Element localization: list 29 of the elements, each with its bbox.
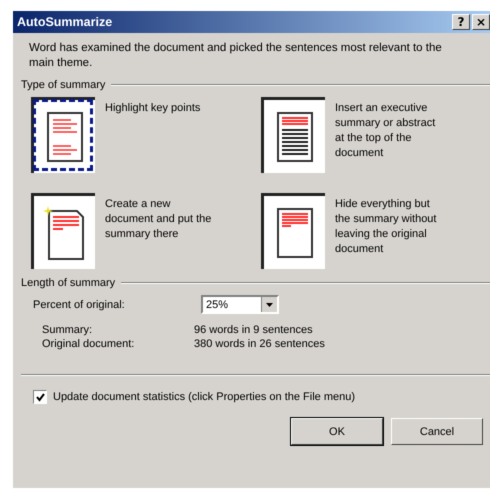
intro-text: Word has examined the document and picked the sentences most relevant to the main theme. xyxy=(29,41,443,71)
option-label: Hide everything but the summary without leaving the original document xyxy=(335,197,438,257)
option-label: Create a new document and put the summary there xyxy=(105,197,212,242)
window-title: AutoSummarize xyxy=(17,15,114,29)
cancel-button[interactable]: Cancel xyxy=(391,418,483,445)
close-button[interactable]: × xyxy=(472,14,490,30)
option-label: Insert an executive summary or abstract at the top of the document xyxy=(335,101,436,161)
field-label: Percent of original: xyxy=(33,298,126,310)
group-title: Type of summary xyxy=(21,79,106,91)
summary-type-option[interactable] xyxy=(261,97,325,173)
summary-type-option[interactable] xyxy=(261,193,325,269)
stat-label: Summary: xyxy=(42,324,94,336)
summary-document-icon xyxy=(276,208,312,258)
group-title: Length of summary xyxy=(21,277,116,289)
stat-label: Original document: xyxy=(42,338,136,350)
ok-button[interactable]: OK xyxy=(291,418,383,445)
help-button[interactable]: ? xyxy=(452,14,470,30)
new-document-icon xyxy=(42,204,86,260)
option-label: Highlight key points xyxy=(105,101,202,116)
checkbox[interactable] xyxy=(33,390,47,404)
highlighted-document-icon xyxy=(46,112,82,162)
check-icon xyxy=(36,392,44,402)
stat-value: 380 words in 26 sentences xyxy=(194,338,326,350)
stat-value: 96 words in 9 sentences xyxy=(194,324,314,336)
summary-type-option[interactable] xyxy=(31,97,95,173)
percent-dropdown[interactable]: 25% xyxy=(201,295,279,314)
document-with-summary-icon xyxy=(276,112,312,162)
checkbox-label: Update document statistics (click Properties on the File menu) xyxy=(53,391,356,403)
summary-type-option[interactable] xyxy=(31,193,95,269)
